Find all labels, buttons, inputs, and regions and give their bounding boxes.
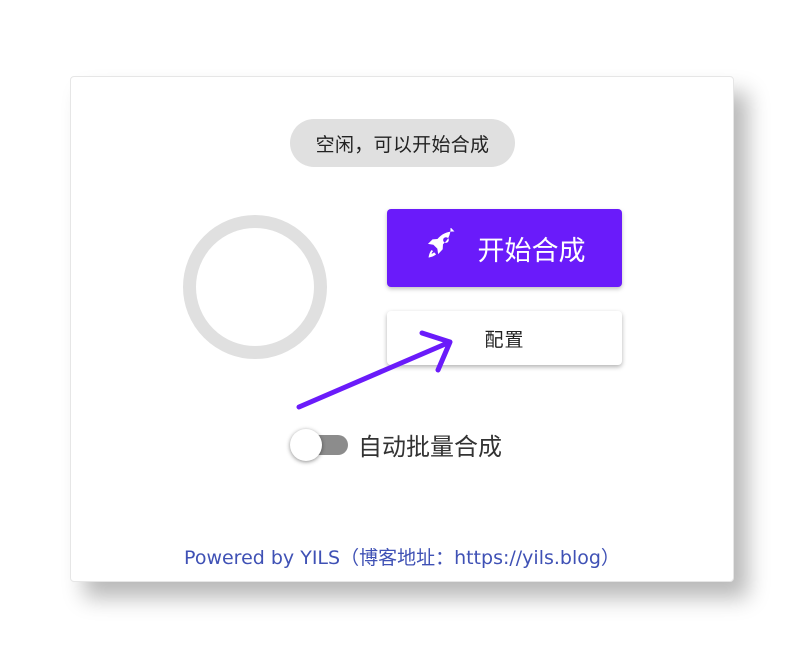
- auto-batch-label: 自动批量合成: [358, 432, 502, 461]
- auto-batch-toggle[interactable]: [290, 426, 348, 462]
- progress-ring: [183, 215, 327, 359]
- status-text: 空闲，可以开始合成: [315, 133, 490, 156]
- rocket-icon: [424, 226, 458, 269]
- config-label: 配置: [484, 328, 525, 351]
- auto-batch-row: 自动批量合成: [290, 426, 502, 462]
- footer: Powered by YILS（博客地址：https://yils.blog）: [70, 543, 734, 570]
- start-synthesis-label: 开始合成: [477, 235, 586, 266]
- toggle-thumb: [290, 429, 322, 461]
- footer-link[interactable]: Powered by YILS（博客地址：https://yils.blog）: [184, 547, 620, 569]
- start-synthesis-button[interactable]: 开始合成: [387, 209, 622, 287]
- status-badge: 空闲，可以开始合成: [290, 119, 515, 167]
- config-button[interactable]: 配置: [387, 311, 622, 365]
